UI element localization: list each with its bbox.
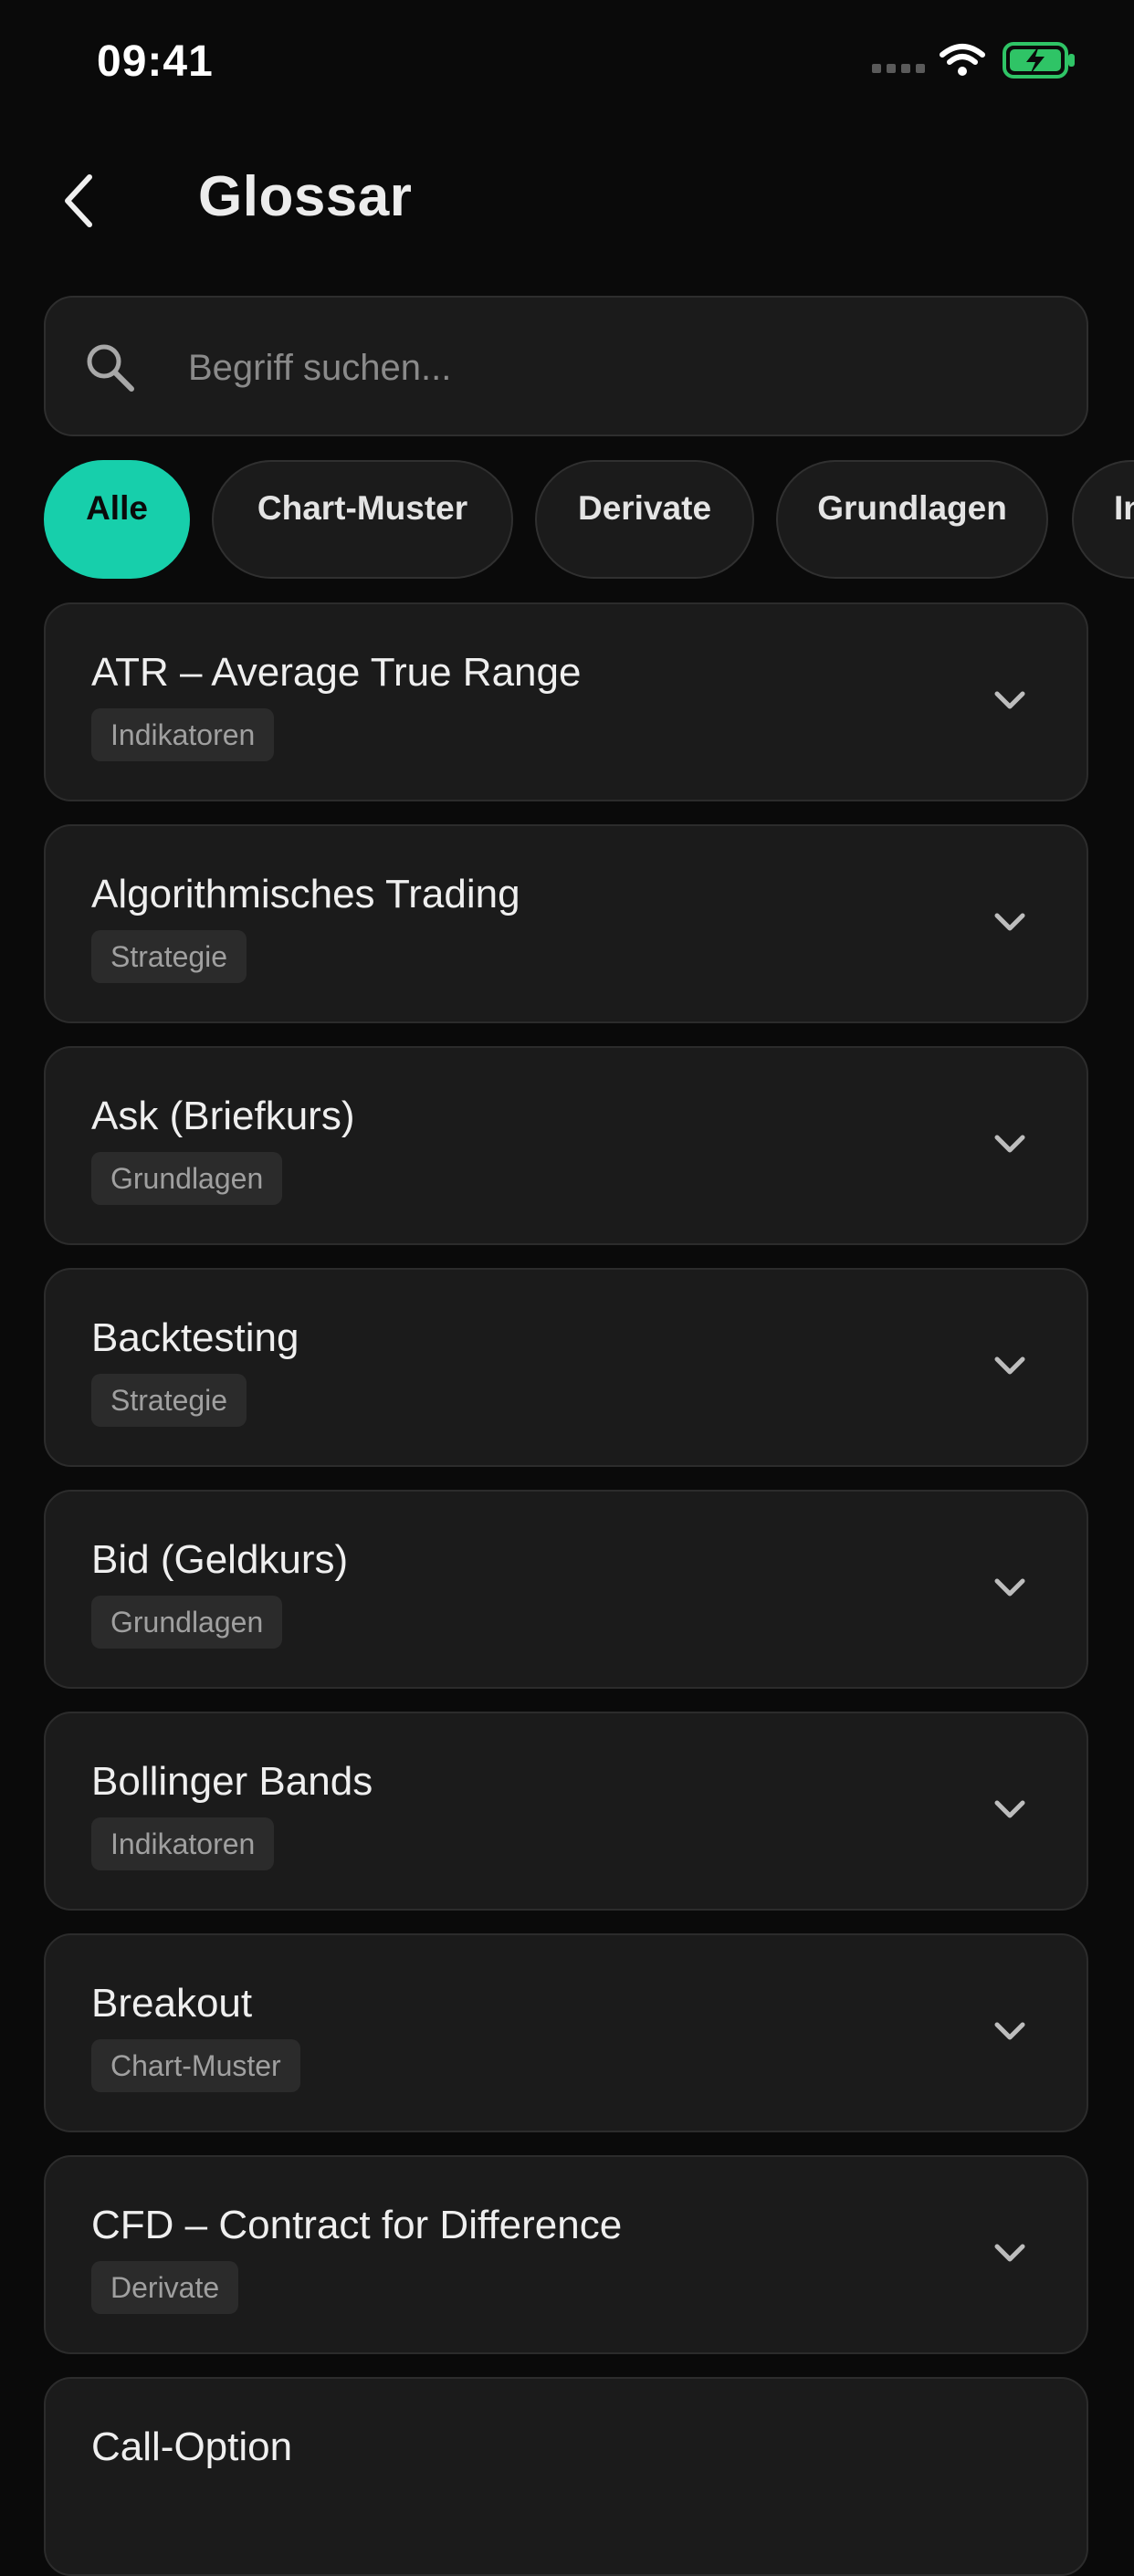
- category-tag: Chart-Muster: [91, 2039, 300, 2092]
- filter-chip-indikatoren[interactable]: In: [1072, 460, 1134, 579]
- chevron-down-icon: [994, 1356, 1025, 1375]
- glossary-item[interactable]: Breakout Chart-Muster: [44, 1933, 1088, 2132]
- back-button[interactable]: [51, 166, 106, 236]
- search-icon: [87, 344, 134, 392]
- category-tag: Indikatoren: [91, 708, 275, 761]
- glossary-item[interactable]: Backtesting Strategie: [44, 1268, 1088, 1467]
- category-tag: Grundlagen: [91, 1596, 283, 1649]
- glossary-item[interactable]: ATR – Average True Range Indikatoren: [44, 602, 1088, 801]
- filter-chips: Alle Chart-Muster Derivate Grundlagen In: [44, 460, 1134, 581]
- status-time: 09:41: [97, 37, 214, 86]
- glossary-item[interactable]: CFD – Contract for Difference Derivate: [44, 2155, 1088, 2354]
- term-title: Bid (Geldkurs): [91, 1537, 349, 1582]
- header: Glossar: [0, 146, 1134, 256]
- term-title: Breakout: [91, 1981, 253, 2026]
- term-title: ATR – Average True Range: [91, 650, 582, 695]
- status-bar: 09:41: [0, 0, 1134, 128]
- search-bar[interactable]: [44, 296, 1088, 436]
- search-input[interactable]: [186, 330, 1048, 405]
- chevron-down-icon: [994, 2022, 1025, 2040]
- term-title: Backtesting: [91, 1315, 299, 1360]
- category-tag: Strategie: [91, 1374, 247, 1427]
- cellular-signal-icon: [872, 64, 925, 73]
- chevron-down-icon: [994, 2244, 1025, 2262]
- glossary-item[interactable]: Call-Option: [44, 2377, 1088, 2576]
- category-tag: Strategie: [91, 930, 247, 983]
- glossary-item[interactable]: Ask (Briefkurs) Grundlagen: [44, 1046, 1088, 1245]
- filter-chip-alle[interactable]: Alle: [44, 460, 190, 579]
- glossary-item[interactable]: Bid (Geldkurs) Grundlagen: [44, 1490, 1088, 1689]
- battery-charging-icon: [1003, 42, 1075, 79]
- filter-chip-derivate[interactable]: Derivate: [535, 460, 754, 579]
- term-title: Bollinger Bands: [91, 1759, 373, 1804]
- term-title: Algorithmisches Trading: [91, 872, 520, 916]
- chevron-down-icon: [994, 691, 1025, 709]
- filter-chip-chart-muster[interactable]: Chart-Muster: [212, 460, 513, 579]
- chevron-left-icon: [65, 174, 92, 227]
- filter-chip-grundlagen[interactable]: Grundlagen: [776, 460, 1048, 579]
- term-title: CFD – Contract for Difference: [91, 2203, 623, 2247]
- category-tag: Grundlagen: [91, 1152, 283, 1205]
- chevron-down-icon: [994, 1135, 1025, 1153]
- glossary-item[interactable]: Algorithmisches Trading Strategie: [44, 824, 1088, 1023]
- term-title: Ask (Briefkurs): [91, 1094, 355, 1138]
- page-title: Glossar: [198, 165, 413, 228]
- chevron-down-icon: [994, 1578, 1025, 1597]
- wifi-icon: [940, 44, 985, 76]
- category-tag: Indikatoren: [91, 1817, 275, 1870]
- chevron-down-icon: [994, 913, 1025, 931]
- chevron-down-icon: [994, 1800, 1025, 1818]
- category-tag: Derivate: [91, 2261, 239, 2314]
- glossary-item[interactable]: Bollinger Bands Indikatoren: [44, 1712, 1088, 1911]
- term-title: Call-Option: [91, 2424, 293, 2469]
